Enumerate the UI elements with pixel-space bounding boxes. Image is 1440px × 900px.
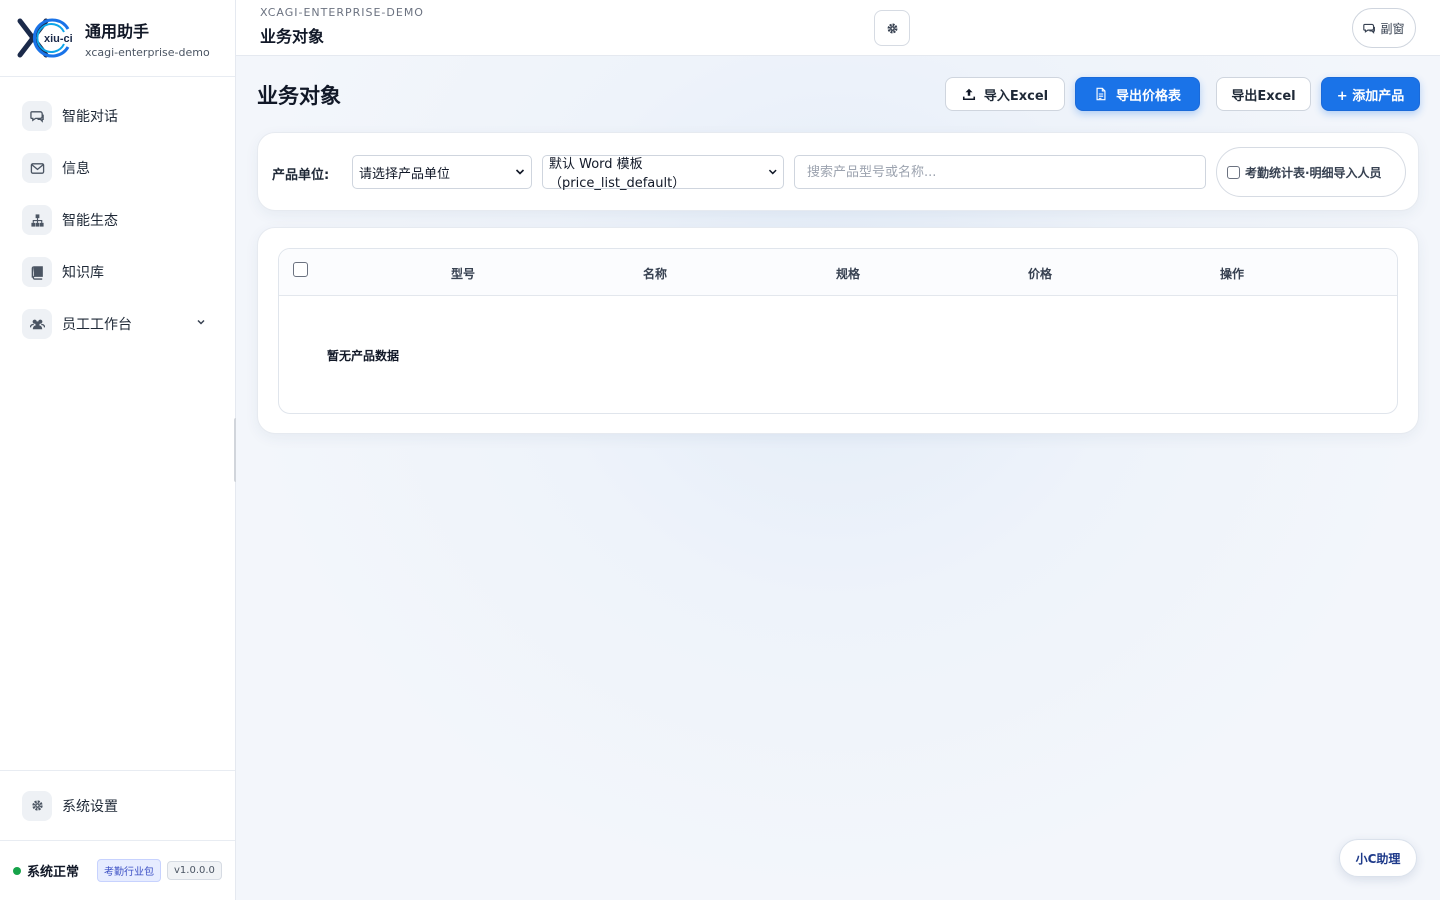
topbar-subtitle: XCAGI-ENTERPRISE-DEMO (260, 6, 424, 19)
sidebar-item-ecosystem[interactable]: 智能生态 (0, 194, 235, 246)
attendance-import-label: 考勤统计表·明细导入人员 (1245, 165, 1382, 180)
sidebar-nav: 智能对话 信息 智能生态 知识库 员工工作台 (0, 77, 235, 350)
column-header-spec[interactable]: 规格 (836, 265, 860, 282)
brand-title: 通用助手 (85, 21, 150, 41)
import-excel-button[interactable]: 导入Excel (945, 77, 1065, 111)
version-badge: v1.0.0.0 (167, 861, 222, 880)
product-table-panel: 型号 名称 规格 价格 操作 暂无产品数据 (257, 227, 1419, 434)
template-select-value: 默认 Word 模板（price_list_default） (549, 157, 686, 191)
gear-icon (887, 23, 897, 33)
sidebar: xiu-ci 通用助手 xcagi-enterprise-demo 智能对话 信… (0, 0, 236, 900)
product-search-input[interactable] (794, 155, 1206, 189)
brand[interactable]: xiu-ci 通用助手 xcagi-enterprise-demo (0, 0, 235, 77)
brand-logo: xiu-ci (16, 17, 74, 59)
topbar-title: 业务对象 (260, 27, 325, 46)
document-icon (1096, 87, 1106, 101)
unit-select[interactable]: 请选择产品单位 (352, 155, 532, 189)
column-header-model[interactable]: 型号 (451, 265, 475, 282)
chat-icon (1363, 23, 1376, 34)
table-header: 型号 名称 规格 价格 操作 (279, 249, 1397, 296)
sidebar-item-settings[interactable]: 系统设置 (0, 770, 235, 840)
system-status: 系统正常 考勤行业包 v1.0.0.0 (0, 840, 235, 900)
logo-text: xiu-ci (44, 33, 73, 45)
add-product-button[interactable]: + 添加产品 (1321, 77, 1420, 111)
sidebar-item-label: 员工工作台 (62, 317, 132, 333)
topbar: XCAGI-ENTERPRISE-DEMO 业务对象 副窗 (236, 0, 1440, 56)
main-content: 业务对象 导入Excel 导出价格表 导出Excel + 添加产品 产品单位: … (236, 56, 1440, 900)
unit-label: 产品单位: (272, 168, 330, 183)
sidebar-item-workbench[interactable]: 员工工作台 (0, 298, 235, 350)
sitemap-icon (22, 205, 52, 235)
sidebar-item-label: 知识库 (62, 265, 104, 281)
sidebar-item-messages[interactable]: 信息 (0, 142, 235, 194)
filter-panel: 产品单位: 请选择产品单位 默认 Word 模板（price_list_defa… (257, 132, 1419, 211)
status-text: 系统正常 (27, 865, 80, 880)
column-header-name[interactable]: 名称 (643, 265, 667, 282)
export-price-list-button[interactable]: 导出价格表 (1075, 77, 1200, 111)
template-select[interactable]: 默认 Word 模板（price_list_default） (542, 155, 784, 191)
attendance-import-checkbox[interactable] (1227, 165, 1240, 179)
product-table: 型号 名称 规格 价格 操作 暂无产品数据 (278, 248, 1398, 414)
sub-window-button[interactable]: 副窗 (1352, 8, 1416, 48)
export-price-label: 导出价格表 (1115, 88, 1181, 104)
assistant-button[interactable]: 小C助理 (1339, 839, 1417, 877)
select-all-checkbox[interactable] (293, 262, 308, 277)
brand-subtitle: xcagi-enterprise-demo (85, 45, 210, 59)
page-title: 业务对象 (257, 84, 341, 108)
empty-state: 暂无产品数据 (327, 349, 400, 363)
sidebar-item-knowledge[interactable]: 知识库 (0, 246, 235, 298)
column-header-price[interactable]: 价格 (1028, 265, 1052, 282)
attendance-import-toggle[interactable]: 考勤统计表·明细导入人员 (1216, 147, 1406, 197)
sub-window-label: 副窗 (1380, 21, 1405, 36)
chevron-down-icon (768, 169, 777, 175)
gear-icon (22, 790, 52, 821)
sidebar-item-label: 系统设置 (62, 798, 118, 815)
sidebar-item-label: 信息 (62, 161, 90, 177)
users-icon (22, 309, 52, 339)
settings-button[interactable] (874, 10, 910, 46)
status-dot (13, 866, 21, 875)
add-product-label: + 添加产品 (1336, 88, 1405, 104)
chevron-down-icon[interactable] (195, 316, 207, 328)
sidebar-item-label: 智能对话 (62, 109, 118, 125)
sidebar-item-chat[interactable]: 智能对话 (0, 90, 235, 142)
chevron-down-icon (515, 169, 525, 175)
export-excel-button[interactable]: 导出Excel (1216, 77, 1311, 111)
sidebar-footer: 系统设置 系统正常 考勤行业包 v1.0.0.0 (0, 770, 235, 900)
unit-select-value: 请选择产品单位 (359, 166, 451, 182)
column-header-actions: 操作 (1220, 267, 1245, 281)
sidebar-item-label: 智能生态 (62, 213, 118, 229)
book-icon (22, 257, 52, 287)
chat-icon (22, 101, 52, 131)
pack-badge: 考勤行业包 (97, 859, 162, 882)
mail-icon (22, 153, 52, 183)
export-excel-label: 导出Excel (1231, 88, 1296, 104)
import-excel-label: 导入Excel (983, 88, 1049, 104)
upload-icon (962, 88, 975, 101)
